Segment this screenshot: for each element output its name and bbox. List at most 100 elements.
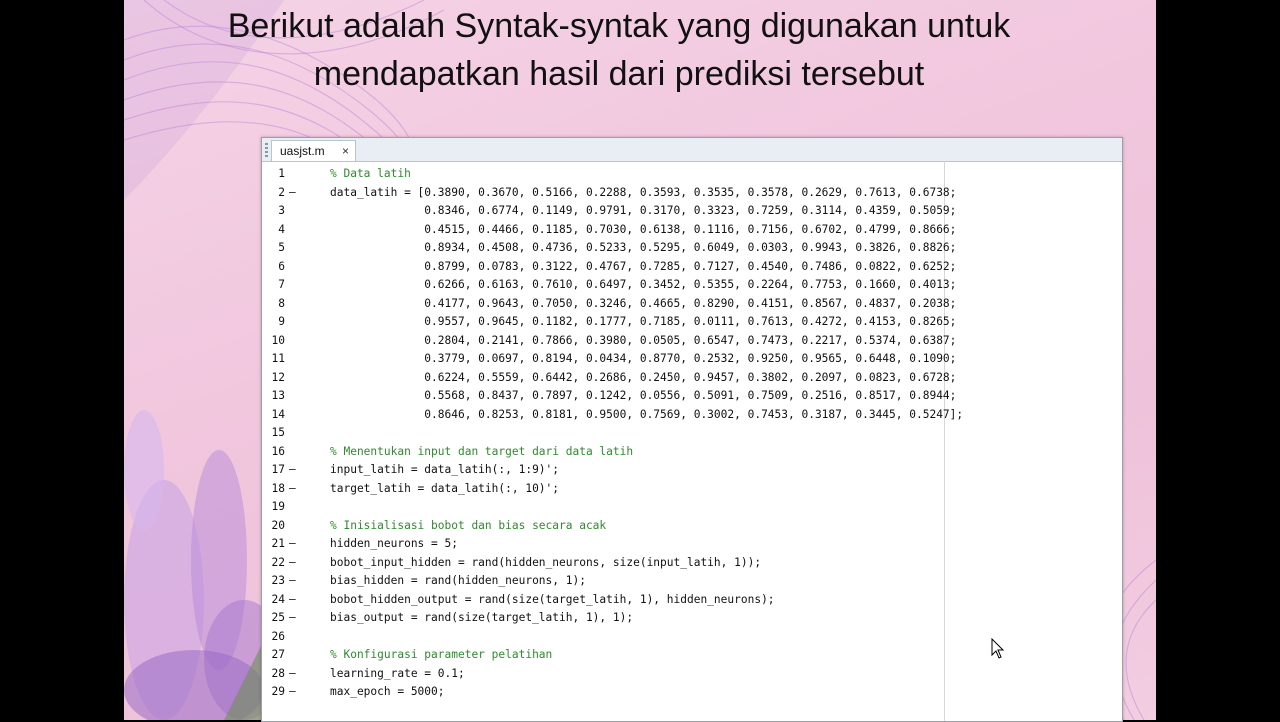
code-line[interactable]: 14 0.8646, 0.8253, 0.8181, 0.9500, 0.756… [262, 406, 1122, 425]
code-text: bobot_input_hidden = rand(hidden_neurons… [330, 555, 762, 569]
code-line[interactable]: 4 0.4515, 0.4466, 0.1185, 0.7030, 0.6138… [262, 221, 1122, 240]
line-number: 15 [271, 426, 285, 439]
line-number: 7 [278, 278, 285, 291]
line-number: 24 [271, 592, 285, 606]
code-line[interactable]: 6 0.8799, 0.0783, 0.3122, 0.4767, 0.7285… [262, 258, 1122, 277]
breakpoint-marker[interactable]: – [289, 572, 299, 591]
code-line[interactable]: 8 0.4177, 0.9643, 0.7050, 0.3246, 0.4665… [262, 295, 1122, 314]
line-number: 25 [271, 611, 285, 624]
line-number: 9 [278, 315, 285, 328]
code-text: data_latih = [0.3890, 0.3670, 0.5166, 0.… [330, 185, 957, 199]
breakpoint-marker[interactable]: – [289, 609, 299, 628]
line-number: 4 [278, 222, 285, 236]
code-text: input_latih = data_latih(:, 1:9)'; [330, 463, 560, 476]
code-line[interactable]: 1 % Data latih [262, 165, 1122, 184]
code-line[interactable]: 23– bias_hidden = rand(hidden_neurons, 1)… [262, 572, 1122, 591]
code-line[interactable]: 2– data_latih = [0.3890, 0.3670, 0.5166, … [262, 184, 1122, 203]
breakpoint-marker[interactable]: – [289, 683, 299, 702]
line-number: 2 [278, 185, 285, 199]
code-line[interactable]: 24– bobot_hidden_output = rand(size(targe… [262, 591, 1122, 610]
code-text: 0.8934, 0.4508, 0.4736, 0.5233, 0.5295, … [330, 241, 957, 254]
code-text: 0.4177, 0.9643, 0.7050, 0.3246, 0.4665, … [330, 296, 957, 310]
code-line[interactable]: 22– bobot_input_hidden = rand(hidden_neur… [262, 554, 1122, 573]
slide-title-line-1: Berikut adalah Syntak-syntak yang diguna… [227, 7, 1011, 45]
code-line[interactable]: 9 0.9557, 0.9645, 0.1182, 0.1777, 0.7185… [262, 313, 1122, 332]
line-number: 5 [278, 241, 285, 254]
line-number: 3 [278, 204, 285, 217]
line-number: 20 [271, 518, 285, 532]
code-comment: % Data latih [330, 167, 411, 180]
line-number: 23 [271, 574, 285, 587]
line-number: 11 [271, 352, 285, 365]
code-line[interactable]: 12 0.6224, 0.5559, 0.6442, 0.2686, 0.245… [262, 369, 1122, 388]
code-text: 0.9557, 0.9645, 0.1182, 0.1777, 0.7185, … [330, 315, 957, 328]
code-text: bobot_hidden_output = rand(size(target_l… [330, 592, 775, 606]
code-text: bias_output = rand(size(target_latih, 1)… [330, 611, 634, 624]
code-line[interactable]: 11 0.3779, 0.0697, 0.8194, 0.0434, 0.877… [262, 350, 1122, 369]
code-comment: % Konfigurasi parameter pelatihan [330, 648, 553, 661]
line-number: 22 [271, 555, 285, 569]
line-number: 27 [271, 648, 285, 661]
code-text: 0.8646, 0.8253, 0.8181, 0.9500, 0.7569, … [330, 407, 964, 421]
line-number: 6 [278, 259, 285, 273]
breakpoint-marker[interactable]: – [289, 665, 299, 684]
code-line[interactable]: 20 % Inisialisasi bobot dan bias secara a… [262, 517, 1122, 536]
tab-label: uasjst.m [280, 144, 325, 158]
line-number: 19 [271, 500, 285, 513]
tab-uasjst[interactable]: uasjst.m × [271, 140, 356, 161]
code-text: bias_hidden = rand(hidden_neurons, 1); [330, 574, 586, 587]
line-number: 17 [271, 463, 285, 476]
code-line[interactable]: 16 % Menentukan input dan target dari dat… [262, 443, 1122, 462]
code-line[interactable]: 7 0.6266, 0.6163, 0.7610, 0.6497, 0.3452… [262, 276, 1122, 295]
code-line[interactable]: 10 0.2804, 0.2141, 0.7866, 0.3980, 0.050… [262, 332, 1122, 351]
line-number: 29 [271, 685, 285, 698]
drag-grip-icon[interactable] [265, 143, 268, 157]
code-text: 0.3779, 0.0697, 0.8194, 0.0434, 0.8770, … [330, 352, 957, 365]
breakpoint-marker[interactable]: – [289, 461, 299, 480]
code-editor-window: uasjst.m × 1% Data latih 2– data_latih = [… [261, 137, 1123, 722]
code-line[interactable]: 5 0.8934, 0.4508, 0.4736, 0.5233, 0.5295… [262, 239, 1122, 258]
code-text: 0.5568, 0.8437, 0.7897, 0.1242, 0.0556, … [330, 389, 957, 402]
breakpoint-marker[interactable]: – [289, 591, 299, 610]
code-line[interactable]: 19 [262, 498, 1122, 517]
code-line[interactable]: 13 0.5568, 0.8437, 0.7897, 0.1242, 0.055… [262, 387, 1122, 406]
code-line[interactable]: 15 [262, 424, 1122, 443]
line-number: 12 [271, 370, 285, 384]
code-line[interactable]: 29– max_epoch = 5000; [262, 683, 1122, 702]
editor-tab-bar: uasjst.m × [262, 138, 1122, 162]
code-line[interactable]: 25– bias_output = rand(size(target_latih,… [262, 609, 1122, 628]
line-number: 28 [271, 666, 285, 680]
code-text: target_latih = data_latih(:, 10)'; [330, 481, 560, 495]
line-number: 8 [278, 296, 285, 310]
code-text: 0.4515, 0.4466, 0.1185, 0.7030, 0.6138, … [330, 222, 957, 236]
line-number: 18 [271, 481, 285, 495]
code-text: learning_rate = 0.1; [330, 666, 465, 680]
slide-title-line-2: mendapatkan hasil dari prediksi tersebut [313, 55, 925, 93]
mouse-pointer-icon [991, 638, 1005, 659]
line-number: 16 [271, 444, 285, 458]
close-icon[interactable]: × [342, 141, 349, 162]
breakpoint-marker[interactable]: – [289, 554, 299, 573]
code-line[interactable]: 18– target_latih = data_latih(:, 10)'; [262, 480, 1122, 499]
breakpoint-marker[interactable]: – [289, 480, 299, 499]
code-comment: % Inisialisasi bobot dan bias secara aca… [330, 518, 607, 532]
code-line[interactable]: 28– learning_rate = 0.1; [262, 665, 1122, 684]
code-text: 0.2804, 0.2141, 0.7866, 0.3980, 0.0505, … [330, 333, 957, 347]
slide-title: Berikut adalah Syntak-syntak yang diguna… [124, 2, 1114, 98]
line-number: 13 [271, 389, 285, 402]
breakpoint-marker[interactable]: – [289, 184, 299, 203]
code-text: 0.6224, 0.5559, 0.6442, 0.2686, 0.2450, … [330, 370, 957, 384]
code-text: 0.8799, 0.0783, 0.3122, 0.4767, 0.7285, … [330, 259, 957, 273]
code-line[interactable]: 17– input_latih = data_latih(:, 1:9)'; [262, 461, 1122, 480]
code-comment: % Menentukan input dan target dari data … [330, 444, 634, 458]
code-text: max_epoch = 5000; [330, 685, 445, 698]
line-number: 26 [271, 629, 285, 643]
line-number: 21 [271, 537, 285, 550]
line-number: 14 [271, 407, 285, 421]
breakpoint-marker[interactable]: – [289, 535, 299, 554]
code-text: hidden_neurons = 5; [330, 537, 458, 550]
code-text: 0.8346, 0.6774, 0.1149, 0.9791, 0.3170, … [330, 204, 957, 217]
code-line[interactable]: 21– hidden_neurons = 5; [262, 535, 1122, 554]
code-line[interactable]: 3 0.8346, 0.6774, 0.1149, 0.9791, 0.3170… [262, 202, 1122, 221]
line-number: 10 [271, 333, 285, 347]
